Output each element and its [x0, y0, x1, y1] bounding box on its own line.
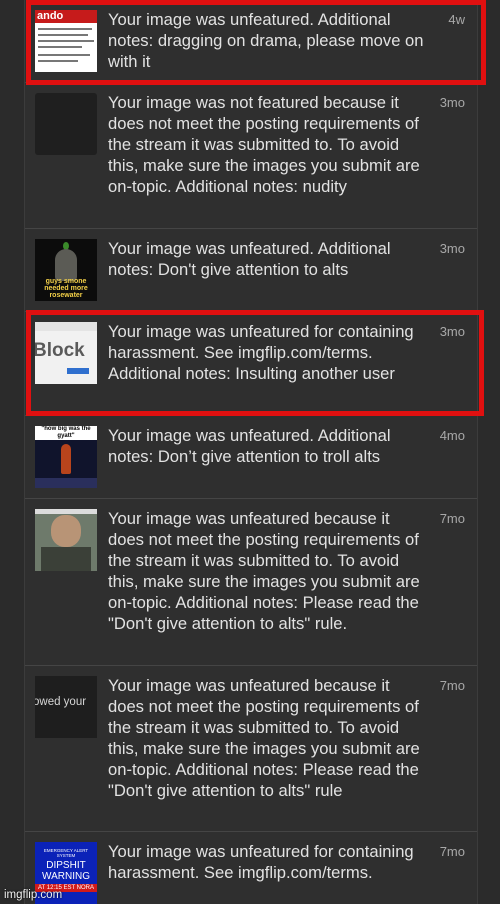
notification-thumbnail[interactable] — [35, 509, 97, 571]
notification-item[interactable]: Block Your image was unfeatured for cont… — [25, 312, 477, 416]
notification-message: Your image was unfeatured for containing… — [108, 842, 414, 882]
thumbnail-text-line — [38, 60, 78, 62]
notification-time: 7mo — [439, 844, 465, 859]
notification-item[interactable]: guys smone needed more rosewater Your im… — [25, 229, 477, 312]
thumbnail-warning-text: DIPSHIT WARNING — [42, 860, 90, 882]
notification-time: 7mo — [439, 678, 465, 693]
notification-time: 3mo — [439, 95, 465, 110]
thumbnail-stage-floor — [35, 478, 97, 488]
thumbnail-caption: "how big was the gyatt" — [35, 426, 97, 440]
notification-item[interactable]: EMERGENCY ALERT SYSTEM DIPSHIT WARNING A… — [25, 832, 477, 904]
notification-item[interactable]: owed your Your image was unfeatured beca… — [25, 666, 477, 832]
thumbnail-alert-header: EMERGENCY ALERT SYSTEM — [43, 848, 89, 858]
thumbnail-text: owed your — [35, 696, 87, 708]
thumbnail-button-shape — [67, 368, 89, 374]
notification-message: Your image was unfeatured. Additional no… — [108, 10, 424, 71]
notification-thumbnail[interactable]: guys smone needed more rosewater — [35, 239, 97, 301]
thumbnail-block-text: Block — [35, 340, 85, 361]
thumbnail-person — [61, 444, 71, 474]
notification-item[interactable]: Your image was not featured because it d… — [25, 83, 477, 229]
notification-message: Your image was unfeatured for containing… — [108, 322, 414, 383]
notification-message: Your image was unfeatured. Additional no… — [108, 426, 391, 466]
thumbnail-text-line — [38, 54, 90, 56]
thumbnail-logo-text: ando — [37, 10, 64, 22]
thumbnail-header — [35, 322, 97, 331]
imgflip-watermark: imgflip.com — [4, 889, 63, 901]
thumbnail-figure — [55, 249, 77, 281]
notification-thumbnail[interactable] — [35, 93, 97, 155]
notification-item[interactable]: ando Your image was unfeatured. Addition… — [25, 0, 477, 83]
notification-item[interactable]: Your image was unfeatured because it doe… — [25, 499, 477, 666]
thumbnail-text-line — [38, 34, 88, 36]
thumbnail-face — [51, 515, 81, 547]
notification-message: Your image was unfeatured because it doe… — [108, 509, 420, 633]
thumbnail-caption: guys smone needed more rosewater — [44, 278, 88, 299]
thumbnail-top-strip — [35, 509, 97, 514]
notification-thumbnail[interactable]: ando — [35, 10, 97, 72]
thumbnail-text-line — [38, 46, 82, 48]
notification-time: 3mo — [439, 324, 465, 339]
notification-message: Your image was not featured because it d… — [108, 93, 420, 196]
notification-time: 3mo — [439, 241, 465, 256]
notification-time: 4w — [448, 12, 465, 27]
thumbnail-text-line — [38, 28, 92, 30]
notification-time: 4mo — [439, 428, 465, 443]
notification-item[interactable]: "how big was the gyatt" Your image was u… — [25, 416, 477, 499]
thumbnail-text-line — [38, 40, 94, 42]
notification-feed: ando Your image was unfeatured. Addition… — [24, 0, 478, 904]
notification-thumbnail[interactable]: "how big was the gyatt" — [35, 426, 97, 488]
notification-time: 7mo — [439, 511, 465, 526]
notification-thumbnail[interactable]: owed your — [35, 676, 97, 738]
notification-message: Your image was unfeatured because it doe… — [108, 676, 420, 800]
notification-thumbnail[interactable]: Block — [35, 322, 97, 384]
thumbnail-body — [41, 547, 91, 571]
notification-message: Your image was unfeatured. Additional no… — [108, 239, 391, 279]
